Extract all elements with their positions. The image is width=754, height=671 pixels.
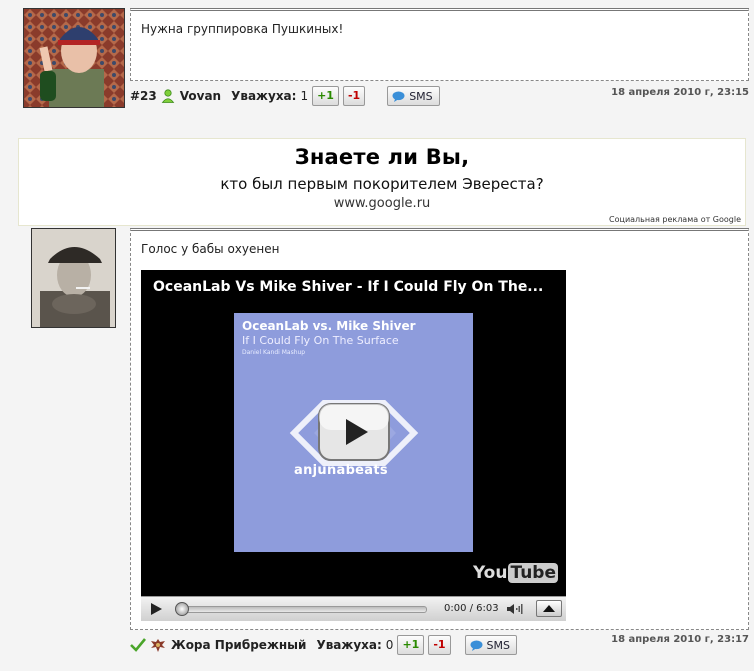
progress-knob[interactable]: [175, 602, 189, 616]
reputation-value: 1: [300, 89, 309, 103]
reputation-value: 0: [385, 638, 394, 652]
sms-label: SMS: [486, 638, 511, 652]
reputation-label: Уважуха:: [231, 89, 297, 103]
cover-artist: OceanLab vs. Mike Shiver: [242, 319, 416, 333]
avatar-zhora-image: [32, 229, 115, 327]
google-ad-banner[interactable]: Знаете ли Вы, кто был первым покорителем…: [18, 138, 746, 226]
comment-bubble-2: Голос у бабы охуенен OceanLab Vs Mike Sh…: [130, 228, 749, 630]
video-time: 0:00 / 6:03: [444, 603, 499, 614]
sms-button[interactable]: SMS: [464, 635, 518, 655]
youtube-player[interactable]: OceanLab Vs Mike Shiver - If I Could Fly…: [141, 270, 566, 621]
sms-label: SMS: [409, 89, 433, 103]
play-overlay-icon[interactable]: [318, 403, 390, 461]
player-controls: 0:00 / 6:03: [141, 596, 566, 621]
check-icon: [130, 638, 146, 652]
comment-text: Нужна группировка Пушкиных!: [141, 22, 344, 36]
comment-bubble-1: Нужна группировка Пушкиных!: [130, 8, 749, 81]
comment-date: 18 апреля 2010 г, 23:17: [611, 634, 749, 645]
comment-meta-1: #23 Vovan Уважуха: 1 +1 -1 SMS: [130, 86, 440, 106]
cover-track: If I Could Fly On The Surface: [242, 334, 399, 347]
ad-credit[interactable]: Социальная реклама от Google: [609, 215, 741, 224]
vote-down-button[interactable]: -1: [342, 86, 366, 106]
post-number[interactable]: #23: [130, 89, 157, 103]
fullscreen-button[interactable]: [536, 600, 562, 617]
eagle-emblem-icon: [151, 638, 165, 652]
play-icon[interactable]: [149, 602, 163, 616]
progress-track[interactable]: [177, 606, 427, 613]
cover-brand: anjunabeats: [294, 463, 388, 478]
ad-url[interactable]: www.google.ru: [19, 196, 745, 211]
sms-bubble-icon: [470, 640, 483, 651]
reputation-label: Уважуха:: [316, 638, 382, 652]
vote-down-button[interactable]: -1: [428, 635, 451, 655]
sms-button[interactable]: SMS: [387, 86, 440, 106]
youtube-logo-tube: Tube: [508, 563, 558, 583]
comment-text: Голос у бабы охуенен: [141, 242, 280, 256]
comment-meta-2: Жора Прибрежный Уважуха: 0 +1 -1 SMS: [130, 635, 518, 655]
ad-text[interactable]: кто был первым покорителем Эвереста?: [19, 175, 745, 193]
fullscreen-icon: [543, 605, 555, 612]
volume-icon[interactable]: [506, 602, 524, 616]
username-link[interactable]: Vovan: [180, 89, 221, 103]
sms-bubble-icon: [392, 91, 405, 102]
ad-title[interactable]: Знаете ли Вы,: [19, 145, 745, 169]
youtube-logo[interactable]: You Tube: [473, 563, 558, 583]
video-title[interactable]: OceanLab Vs Mike Shiver - If I Could Fly…: [153, 279, 543, 295]
avatar-zhora[interactable]: [31, 228, 116, 328]
vote-up-button[interactable]: +1: [397, 635, 425, 655]
user-online-icon: [161, 89, 175, 103]
vote-up-button[interactable]: +1: [312, 86, 339, 106]
avatar-vovan-image: [24, 9, 124, 107]
username-link[interactable]: Жора Прибрежный: [171, 638, 306, 652]
avatar-vovan[interactable]: [23, 8, 125, 108]
comment-date: 18 апреля 2010 г, 23:15: [611, 87, 749, 98]
youtube-logo-you: You: [472, 563, 508, 583]
cover-remix: Daniel Kandi Mashup: [242, 349, 306, 356]
